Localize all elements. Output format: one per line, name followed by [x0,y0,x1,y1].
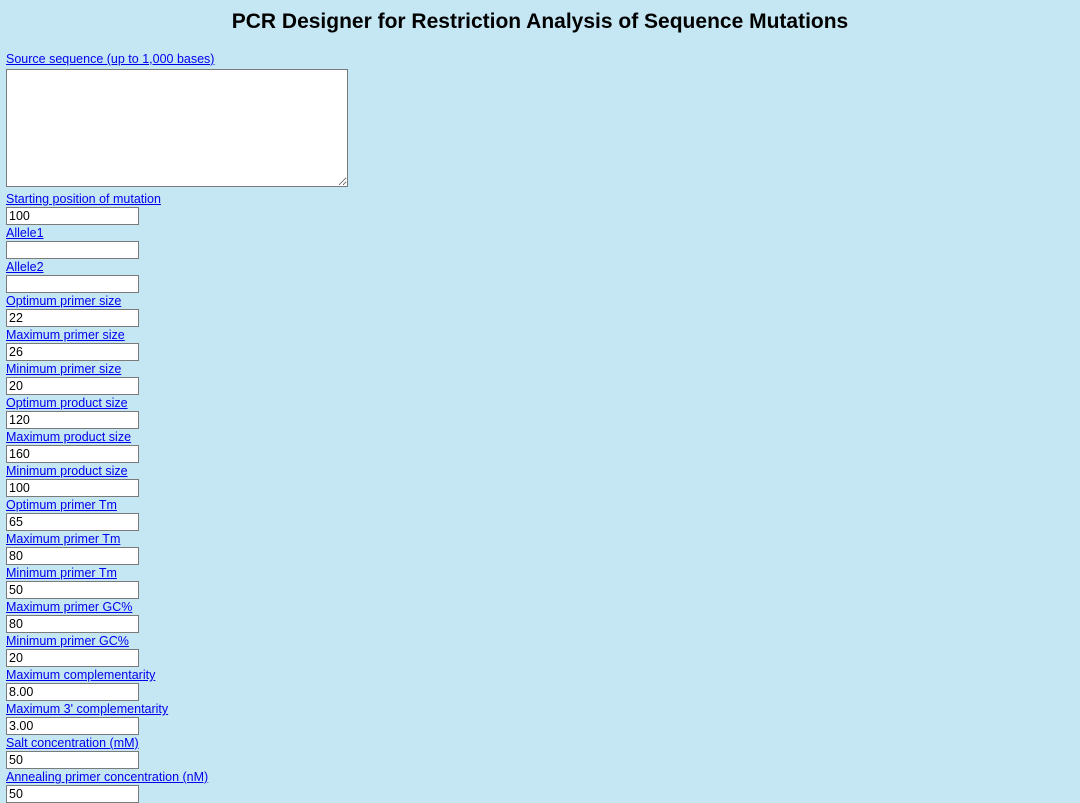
field-min-primer-size: Minimum primer size [6,362,1080,395]
input-opt-primer-size[interactable] [6,309,139,327]
input-opt-product-size[interactable] [6,411,139,429]
label-allele2[interactable]: Allele2 [6,260,1080,275]
input-opt-primer-tm[interactable] [6,513,139,531]
page-title: PCR Designer for Restriction Analysis of… [0,10,1080,34]
field-max-3-complement: Maximum 3' complementarity [6,702,1080,735]
input-annealing-conc[interactable] [6,785,139,803]
input-max-primer-gc[interactable] [6,615,139,633]
label-salt-conc[interactable]: Salt concentration (mM) [6,736,1080,751]
label-allele1[interactable]: Allele1 [6,226,1080,241]
label-max-complement[interactable]: Maximum complementarity [6,668,1080,683]
field-opt-primer-tm: Optimum primer Tm [6,498,1080,531]
label-min-primer-gc[interactable]: Minimum primer GC% [6,634,1080,649]
field-min-product-size: Minimum product size [6,464,1080,497]
input-max-primer-size[interactable] [6,343,139,361]
label-max-3-complement[interactable]: Maximum 3' complementarity [6,702,1080,717]
input-allele2[interactable] [6,275,139,293]
field-max-product-size: Maximum product size [6,430,1080,463]
label-max-primer-size[interactable]: Maximum primer size [6,328,1080,343]
input-min-product-size[interactable] [6,479,139,497]
field-min-primer-tm: Minimum primer Tm [6,566,1080,599]
field-max-primer-size: Maximum primer size [6,328,1080,361]
field-opt-primer-size: Optimum primer size [6,294,1080,327]
input-min-primer-size[interactable] [6,377,139,395]
input-min-primer-gc[interactable] [6,649,139,667]
input-max-complement[interactable] [6,683,139,701]
label-min-product-size[interactable]: Minimum product size [6,464,1080,479]
input-max-3-complement[interactable] [6,717,139,735]
label-opt-product-size[interactable]: Optimum product size [6,396,1080,411]
label-source-sequence[interactable]: Source sequence (up to 1,000 bases) [6,52,1080,67]
label-annealing-conc[interactable]: Annealing primer concentration (nM) [6,770,1080,785]
field-allele1: Allele1 [6,226,1080,259]
field-source-sequence: Source sequence (up to 1,000 bases) [6,52,1080,192]
field-annealing-conc: Annealing primer concentration (nM) [6,770,1080,803]
input-min-primer-tm[interactable] [6,581,139,599]
input-max-primer-tm[interactable] [6,547,139,565]
label-opt-primer-tm[interactable]: Optimum primer Tm [6,498,1080,513]
label-min-primer-size[interactable]: Minimum primer size [6,362,1080,377]
field-max-complement: Maximum complementarity [6,668,1080,701]
field-allele2: Allele2 [6,260,1080,293]
field-max-primer-tm: Maximum primer Tm [6,532,1080,565]
field-max-primer-gc: Maximum primer GC% [6,600,1080,633]
label-max-primer-gc[interactable]: Maximum primer GC% [6,600,1080,615]
input-allele1[interactable] [6,241,139,259]
field-opt-product-size: Optimum product size [6,396,1080,429]
field-min-primer-gc: Minimum primer GC% [6,634,1080,667]
label-max-primer-tm[interactable]: Maximum primer Tm [6,532,1080,547]
input-source-sequence[interactable] [6,69,348,187]
label-start-pos[interactable]: Starting position of mutation [6,192,1080,207]
input-max-product-size[interactable] [6,445,139,463]
field-salt-conc: Salt concentration (mM) [6,736,1080,769]
input-start-pos[interactable] [6,207,139,225]
label-min-primer-tm[interactable]: Minimum primer Tm [6,566,1080,581]
field-start-pos: Starting position of mutation [6,192,1080,225]
form-area: Source sequence (up to 1,000 bases) Star… [0,52,1080,803]
label-max-product-size[interactable]: Maximum product size [6,430,1080,445]
input-salt-conc[interactable] [6,751,139,769]
page-header: PCR Designer for Restriction Analysis of… [0,0,1080,52]
label-opt-primer-size[interactable]: Optimum primer size [6,294,1080,309]
